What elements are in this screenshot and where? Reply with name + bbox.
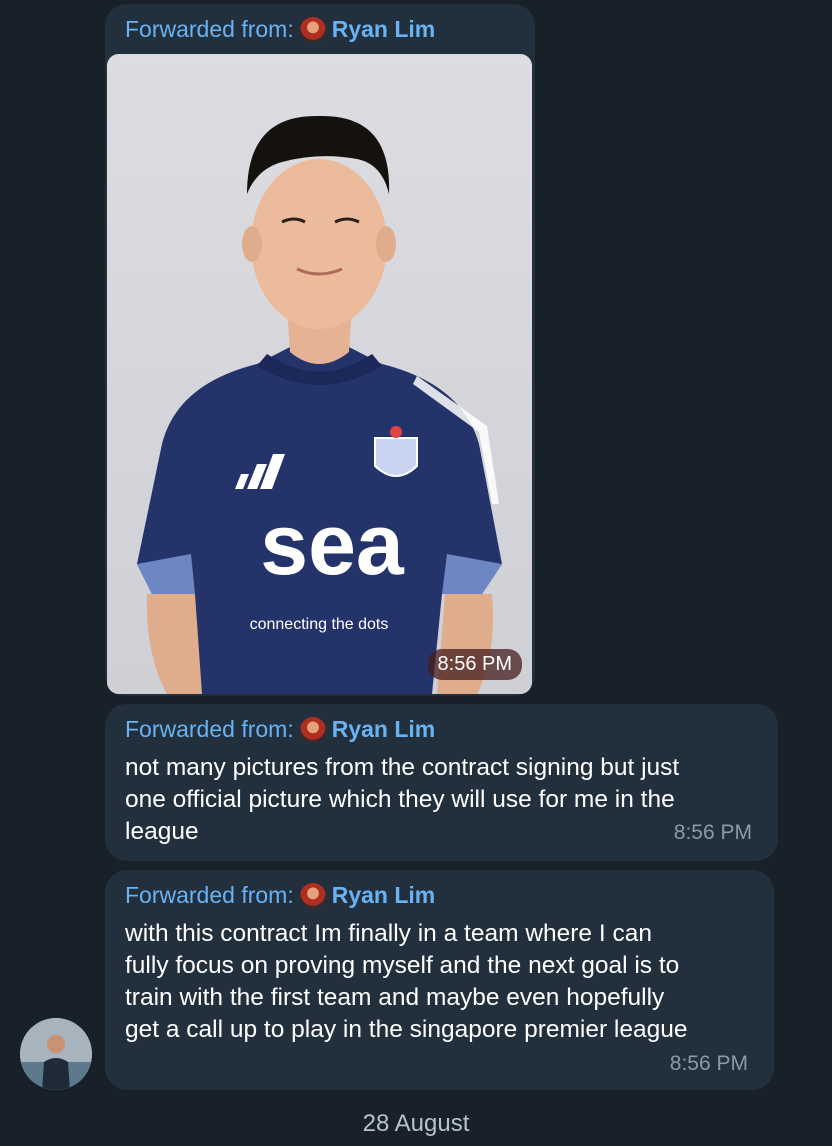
date-separator: 28 August [362, 1110, 470, 1137]
message-timestamp: 8:56 PM [669, 1052, 748, 1075]
forwarded-avatar [299, 882, 326, 909]
forwarded-name[interactable]: Ryan Lim [332, 882, 436, 909]
message-line: league [125, 818, 199, 845]
message-text: with this contract Im finally in a team … [125, 918, 688, 1046]
message-bubble-text[interactable]: Forwarded from: Ryan Lim with this contr… [105, 870, 774, 1090]
message-text: not many pictures from the contract sign… [125, 752, 679, 848]
shirt-brand-text: sea [260, 497, 405, 593]
forwarded-header[interactable]: Forwarded from: Ryan Lim [125, 16, 435, 43]
forwarded-label: Forwarded from: [125, 716, 294, 742]
forwarded-header[interactable]: Forwarded from: Ryan Lim [125, 882, 435, 909]
forwarded-avatar [299, 716, 326, 743]
message-timestamp: 8:56 PM [673, 821, 752, 844]
forwarded-name[interactable]: Ryan Lim [332, 716, 436, 743]
forwarded-label: Forwarded from: [125, 882, 294, 908]
photo-image[interactable]: sea connecting the dots 8:56 PM [107, 54, 532, 694]
forwarded-avatar [299, 16, 326, 43]
message-line: get a call up to play in the singapore p… [125, 1016, 688, 1043]
forwarded-name[interactable]: Ryan Lim [332, 16, 436, 43]
message-line: one official picture which they will use… [125, 786, 675, 813]
avatar-image [20, 1018, 92, 1090]
message-line: fully focus on proving myself and the ne… [125, 952, 680, 979]
message-line: with this contract Im finally in a team … [125, 920, 652, 947]
message-line: train with the first team and maybe even… [125, 984, 665, 1011]
photo-timestamp: 8:56 PM [427, 649, 522, 680]
forwarded-header[interactable]: Forwarded from: Ryan Lim [125, 716, 435, 743]
sender-avatar[interactable] [20, 1018, 92, 1090]
player-photo: sea connecting the dots [107, 54, 532, 694]
message-bubble-text[interactable]: Forwarded from: Ryan Lim not many pictur… [105, 704, 778, 861]
forwarded-label: Forwarded from: [125, 16, 294, 42]
message-line: not many pictures from the contract sign… [125, 754, 680, 781]
shirt-tagline-text: connecting the dots [250, 616, 389, 633]
